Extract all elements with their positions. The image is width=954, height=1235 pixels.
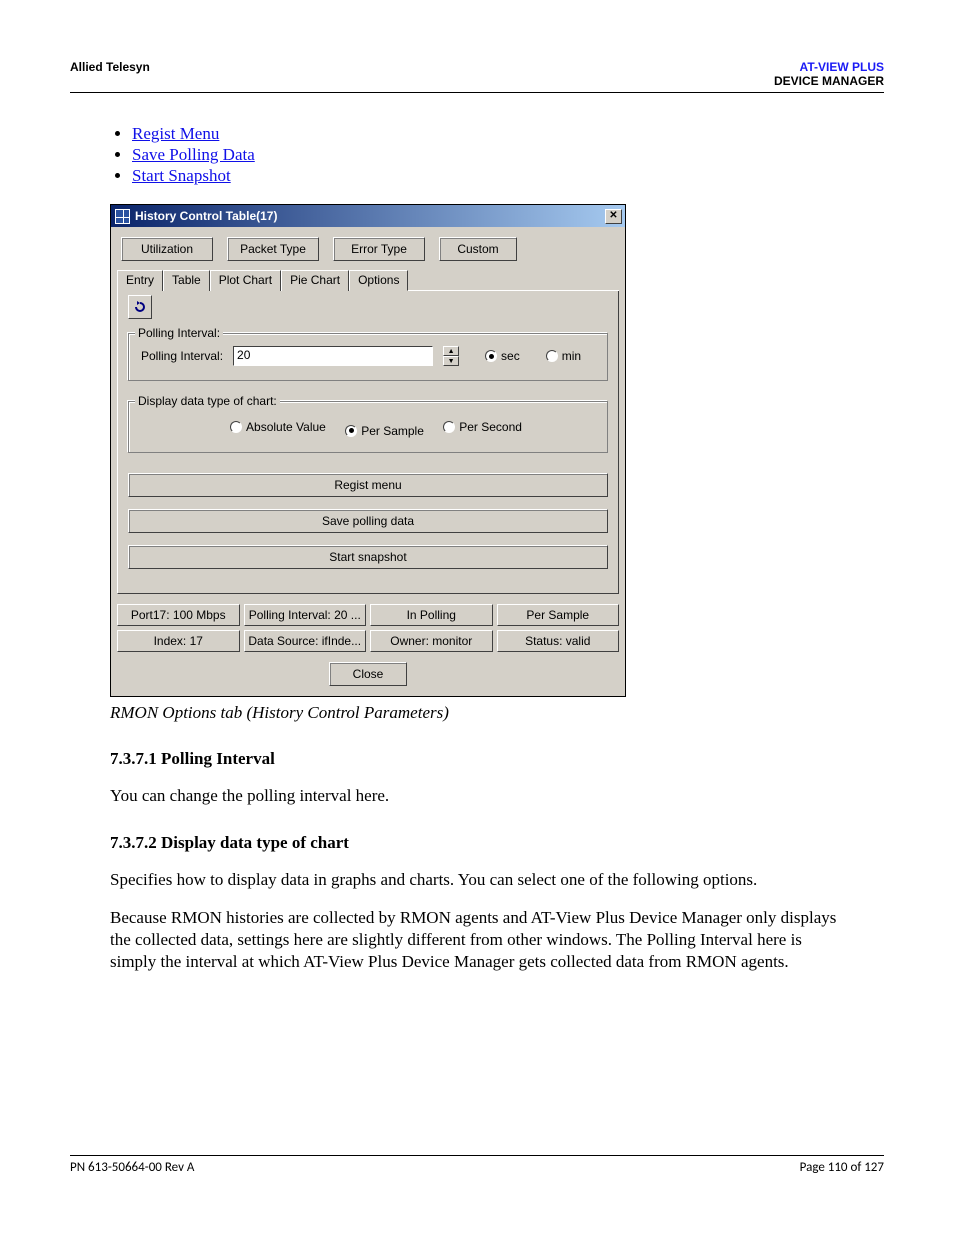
display-legend: Display data type of chart: <box>135 394 280 408</box>
link-start-snapshot[interactable]: Start Snapshot <box>132 166 231 185</box>
list-item: Regist Menu <box>132 124 844 144</box>
unit-sec-label: sec <box>501 349 520 363</box>
page-footer: PN 613-50664-00 Rev A Page 110 of 127 <box>70 1155 884 1175</box>
close-button[interactable]: Close <box>329 662 407 686</box>
tab-entry[interactable]: Entry <box>117 270 163 291</box>
per-second-label: Per Second <box>459 420 522 434</box>
section-7-3-7-2-title: 7.3.7.2 Display data type of chart <box>110 833 844 853</box>
titlebar[interactable]: History Control Table(17) ✕ <box>111 205 625 227</box>
regist-menu-button[interactable]: Regist menu <box>128 473 608 497</box>
section-7-3-7-1-body: You can change the polling interval here… <box>110 785 844 807</box>
list-item: Save Polling Data <box>132 145 844 165</box>
close-icon[interactable]: ✕ <box>605 209 622 224</box>
polling-legend: Polling Interval: <box>135 326 223 340</box>
status-valid: Status: valid <box>497 630 620 652</box>
absolute-value-label: Absolute Value <box>246 420 326 434</box>
radio-dot-icon <box>345 425 357 437</box>
radio-dot-icon <box>546 350 558 362</box>
status-index: Index: 17 <box>117 630 240 652</box>
section-7-3-7-1-title: 7.3.7.1 Polling Interval <box>110 749 844 769</box>
per-sample-label: Per Sample <box>361 424 424 438</box>
polling-label: Polling Interval: <box>141 349 223 363</box>
window-icon <box>115 209 130 224</box>
radio-dot-icon <box>485 350 497 362</box>
display-options-row: Absolute Value Per Sample Per Second <box>141 414 595 438</box>
page-content: Regist Menu Save Polling Data Start Snap… <box>70 93 884 973</box>
header-subtitle: DEVICE MANAGER <box>774 74 884 88</box>
footer-pn: PN 613-50664-00 Rev A <box>70 1160 194 1175</box>
status-bar: Port17: 100 Mbps Polling Interval: 20 ..… <box>111 604 625 652</box>
tab-options[interactable]: Options <box>349 270 408 291</box>
polling-row: Polling Interval: 20 ▲ ▼ sec min <box>141 346 595 366</box>
tab-pie-chart[interactable]: Pie Chart <box>281 270 349 291</box>
document-page: Allied Telesyn AT-VIEW PLUS DEVICE MANAG… <box>0 0 954 1235</box>
titlebar-left: History Control Table(17) <box>115 209 277 224</box>
status-polling: Polling Interval: 20 ... <box>244 604 367 626</box>
toolbar <box>128 295 608 319</box>
per-sample-radio[interactable]: Per Sample <box>345 424 424 438</box>
unit-min-label: min <box>562 349 581 363</box>
radio-dot-icon <box>443 421 455 433</box>
absolute-value-radio[interactable]: Absolute Value <box>230 420 326 434</box>
header-company: Allied Telesyn <box>70 60 150 88</box>
history-control-dialog: History Control Table(17) ✕ Utilization … <box>110 204 626 697</box>
custom-button[interactable]: Custom <box>439 237 517 261</box>
status-inpolling: In Polling <box>370 604 493 626</box>
refresh-icon <box>132 299 148 315</box>
packet-type-button[interactable]: Packet Type <box>227 237 319 261</box>
link-list: Regist Menu Save Polling Data Start Snap… <box>110 124 844 186</box>
polling-interval-input[interactable]: 20 <box>233 346 433 366</box>
error-type-button[interactable]: Error Type <box>333 237 425 261</box>
start-snapshot-button[interactable]: Start snapshot <box>128 545 608 569</box>
unit-sec-radio[interactable]: sec <box>485 349 520 363</box>
status-datasource: Data Source: ifInde... <box>244 630 367 652</box>
refresh-button[interactable] <box>128 295 152 319</box>
per-second-radio[interactable]: Per Second <box>443 420 522 434</box>
top-button-row: Utilization Packet Type Error Type Custo… <box>111 227 625 269</box>
section-7-3-7-2-body2: Because RMON histories are collected by … <box>110 907 844 973</box>
page-header: Allied Telesyn AT-VIEW PLUS DEVICE MANAG… <box>70 60 884 93</box>
tabstrip: Entry Table Plot Chart Pie Chart Options <box>117 269 619 291</box>
header-right: AT-VIEW PLUS DEVICE MANAGER <box>774 60 884 88</box>
link-regist-menu[interactable]: Regist Menu <box>132 124 219 143</box>
display-type-group: Display data type of chart: Absolute Val… <box>128 401 608 453</box>
utilization-button[interactable]: Utilization <box>121 237 213 261</box>
figure-caption: RMON Options tab (History Control Parame… <box>110 703 844 723</box>
status-persample: Per Sample <box>497 604 620 626</box>
status-owner: Owner: monitor <box>370 630 493 652</box>
header-product: AT-VIEW PLUS <box>774 60 884 74</box>
footer-page: Page 110 of 127 <box>800 1160 884 1175</box>
close-row: Close <box>111 652 625 696</box>
polling-interval-group: Polling Interval: Polling Interval: 20 ▲… <box>128 333 608 381</box>
status-port: Port17: 100 Mbps <box>117 604 240 626</box>
tab-plot-chart[interactable]: Plot Chart <box>210 270 281 291</box>
save-polling-data-button[interactable]: Save polling data <box>128 509 608 533</box>
radio-dot-icon <box>230 421 242 433</box>
window-title: History Control Table(17) <box>135 209 277 223</box>
tab-table[interactable]: Table <box>163 270 210 291</box>
list-item: Start Snapshot <box>132 166 844 186</box>
spin-down-icon[interactable]: ▼ <box>443 356 459 366</box>
spin-up-icon[interactable]: ▲ <box>443 346 459 356</box>
link-save-polling[interactable]: Save Polling Data <box>132 145 255 164</box>
unit-min-radio[interactable]: min <box>546 349 581 363</box>
section-7-3-7-2-body1: Specifies how to display data in graphs … <box>110 869 844 891</box>
options-panel: Polling Interval: Polling Interval: 20 ▲… <box>117 291 619 594</box>
polling-spinner[interactable]: ▲ ▼ <box>443 346 459 366</box>
